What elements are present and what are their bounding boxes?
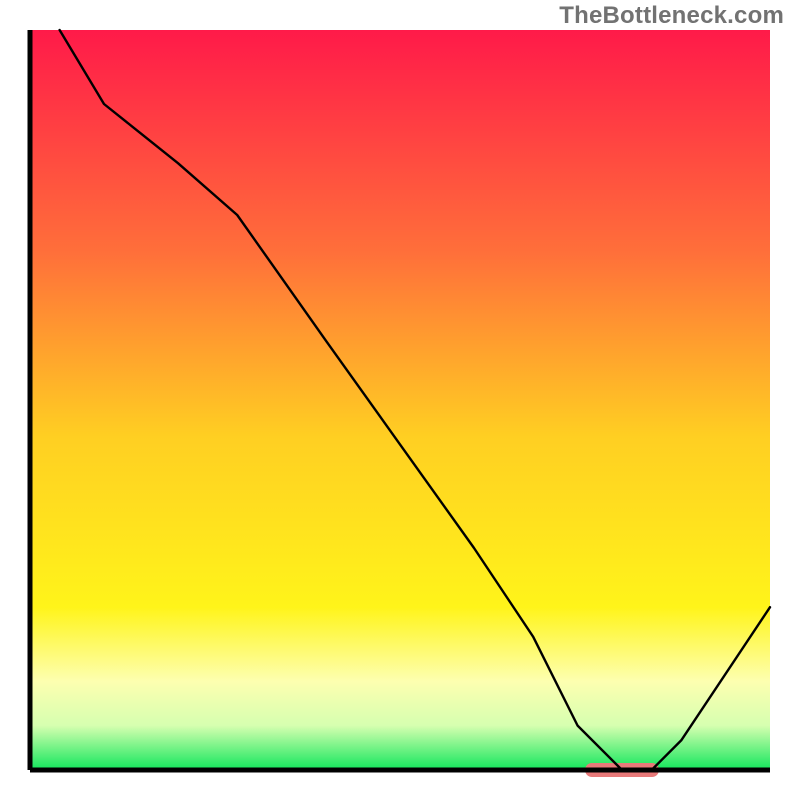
bottleneck-chart (0, 0, 800, 800)
chart-container: TheBottleneck.com (0, 0, 800, 800)
plot-area (30, 30, 770, 777)
plot-background (30, 30, 770, 770)
